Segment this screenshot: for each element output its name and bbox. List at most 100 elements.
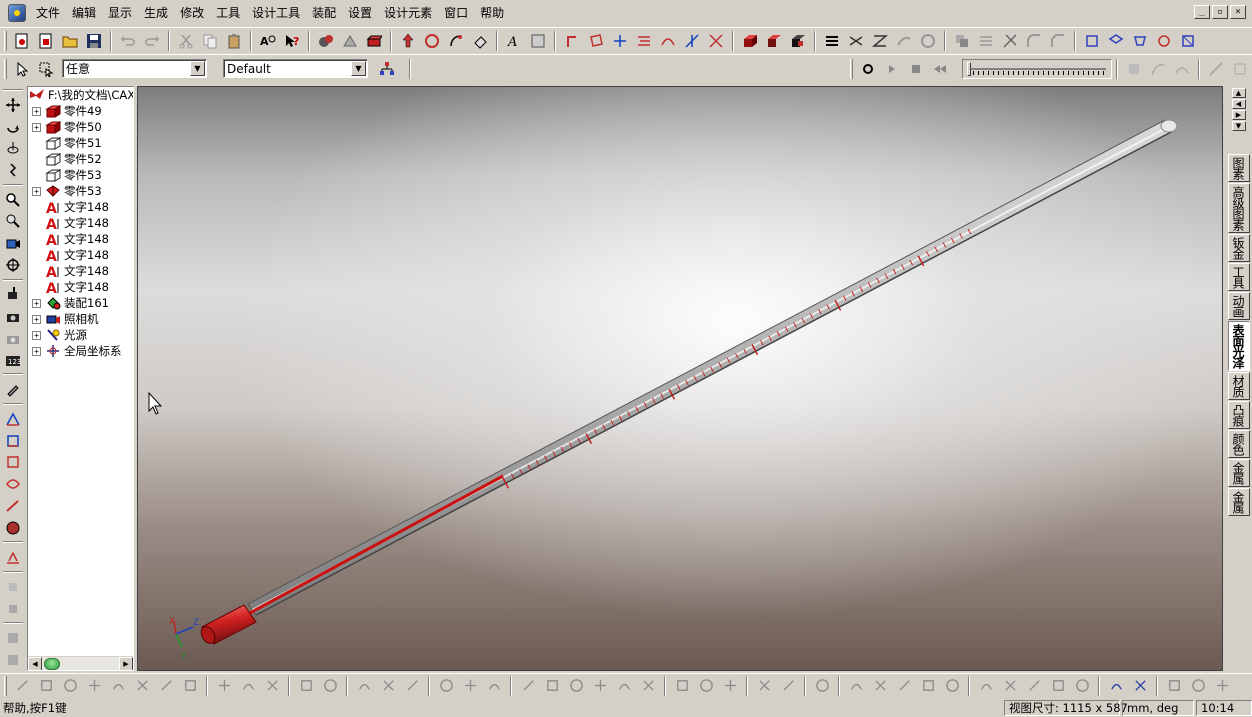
restore-button[interactable]: ▫ [1212,5,1228,19]
select-arrow-icon[interactable] [11,58,33,80]
target-icon[interactable] [2,255,24,275]
menu-modify[interactable]: 修改 [174,0,210,26]
tree-item[interactable]: + 光源 [28,327,87,343]
move-icon[interactable] [2,95,24,115]
eyedropper-icon[interactable] [1105,675,1127,697]
tool-face-icon[interactable] [585,30,607,52]
toolbar-grip[interactable] [4,30,7,51]
cut-icon[interactable] [175,30,197,52]
menu-help[interactable]: 帮助 [474,0,510,26]
tree-item[interactable]: 零件51 [28,135,102,151]
constraint-angle-icon[interactable] [1047,675,1069,697]
dimension-tool-icon[interactable] [2,547,24,567]
constraint-tangent-icon[interactable] [999,675,1021,697]
glass-tube[interactable] [247,119,1178,616]
view-top-icon[interactable] [1129,30,1151,52]
filter-select[interactable]: 任意 ▼ [62,59,207,78]
circle-center-icon[interactable] [517,675,539,697]
thermometer-bulb[interactable] [198,604,257,646]
menu-assembly[interactable]: 装配 [306,0,342,26]
tab-scroll-first-icon[interactable]: ▲ [1231,88,1246,98]
catalog-tab[interactable]: 金属 [1227,488,1250,516]
tab-scroll-up-icon[interactable]: ◀ [1231,99,1246,109]
sketch-spline-icon[interactable] [131,675,153,697]
octagon-icon[interactable] [637,675,659,697]
shading-icon[interactable] [339,30,361,52]
tree-item[interactable]: + 零件50 [28,119,102,135]
tree-root[interactable]: F:\我的文档\CAX [28,87,133,103]
sketch-line-icon[interactable] [2,409,24,429]
tangent-line-icon[interactable] [377,675,399,697]
redo-icon[interactable] [141,30,163,52]
slider-thumb[interactable] [967,61,971,76]
shell-icon[interactable] [917,30,939,52]
sketch-rect-icon[interactable] [2,431,24,451]
constraint-coincident-icon[interactable] [1071,675,1093,697]
twist-icon[interactable] [845,30,867,52]
tool-arrow-icon[interactable] [561,30,583,52]
find-icon[interactable]: A [257,30,279,52]
record-icon[interactable] [857,58,879,80]
rotate-icon[interactable] [2,117,24,137]
point-icon[interactable] [435,675,457,697]
arc-3pt-icon[interactable] [695,675,717,697]
boolean-icon[interactable] [951,30,973,52]
tab-scroll-down-icon[interactable]: ▶ [1231,110,1246,120]
polygon-icon[interactable] [589,675,611,697]
tree-item[interactable]: + 照相机 [28,311,99,327]
sketch-snap-icon[interactable] [59,675,81,697]
sketch-circle-icon[interactable] [2,518,24,538]
view-front-icon[interactable] [1081,30,1103,52]
menu-generate[interactable]: 生成 [138,0,174,26]
stop-icon[interactable] [905,58,927,80]
paint-icon[interactable] [2,379,24,399]
help-pointer-icon[interactable]: ? [281,30,303,52]
constraint-vertical-icon[interactable] [941,675,963,697]
round-icon[interactable] [1023,30,1045,52]
rotate-hand-icon[interactable] [421,30,443,52]
app-icon[interactable] [8,4,26,22]
open-folder-icon[interactable] [59,30,81,52]
disabled-tool-4-icon[interactable] [2,650,24,670]
design-tree[interactable]: F:\我的文档\CAX + 零件49 + 零件50 零件51 零件52 零件53 + 零件53 A… [27,86,134,671]
catalog-tab[interactable]: 金属 [1227,459,1250,487]
ruler-icon[interactable] [811,675,833,697]
toolbar-grip[interactable] [850,58,853,79]
paste-icon[interactable] [223,30,245,52]
catalog-tab[interactable]: 表面光泽 [1227,321,1250,371]
hierarchy-icon[interactable] [376,58,398,80]
tree-item[interactable]: A 文字148 [28,247,109,263]
angle-line-icon[interactable] [401,675,423,697]
menu-edit[interactable]: 编辑 [66,0,102,26]
dimension-icon[interactable] [527,30,549,52]
tools-icon[interactable] [999,30,1021,52]
camera-settings-icon[interactable]: 123 [2,350,24,370]
view-side-icon[interactable] [1153,30,1175,52]
sketch-tool-icon[interactable] [11,675,33,697]
orbit-icon[interactable] [445,30,467,52]
constraint-concentric-icon[interactable] [975,675,997,697]
line-icon[interactable] [353,675,375,697]
solid-cut-icon[interactable] [763,30,785,52]
tree-item[interactable]: + 零件53 [28,183,102,199]
zoom-icon[interactable] [2,190,24,210]
sketch-sweep-icon[interactable] [2,496,24,516]
constraint-midpoint-icon[interactable] [1023,675,1045,697]
new-drawing-icon[interactable] [35,30,57,52]
catalog-tab[interactable]: 材质 [1227,372,1250,400]
sketch-offset-icon[interactable] [155,675,177,697]
expand-icon[interactable]: + [32,330,41,340]
tab-scroll-last-icon[interactable]: ▼ [1231,121,1246,131]
view-iso-icon[interactable] [1105,30,1127,52]
view-right-icon[interactable] [1177,30,1199,52]
expand-icon[interactable]: + [32,186,41,196]
sketch-circle-3pt-icon[interactable] [107,675,129,697]
play-icon[interactable] [881,58,903,80]
sketch-chamfer-icon[interactable] [319,675,341,697]
tree-item[interactable]: 零件52 [28,151,102,167]
orbit-vertical-icon[interactable] [2,138,24,158]
ellipse-icon[interactable] [565,675,587,697]
toolbar-grip[interactable] [3,89,23,91]
tree-item[interactable]: + 全局坐标系 [28,343,122,359]
tree-item[interactable]: + 装配161 [28,295,109,311]
